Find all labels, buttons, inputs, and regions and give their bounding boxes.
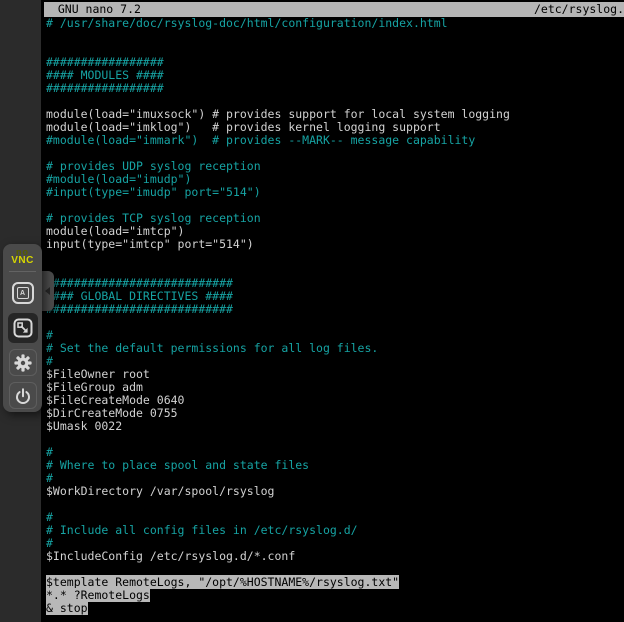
terminal-line: input(type="imtcp" port="514") bbox=[46, 238, 624, 251]
terminal-line: *.* ?RemoteLogs bbox=[46, 589, 624, 602]
settings-button[interactable] bbox=[9, 349, 37, 376]
selected-text: & stop bbox=[46, 601, 88, 615]
terminal-line bbox=[46, 498, 624, 511]
fullscreen-icon bbox=[13, 318, 33, 338]
terminal-line: ################# bbox=[46, 82, 624, 95]
collapse-arrow-icon bbox=[45, 287, 50, 295]
power-icon bbox=[13, 386, 33, 406]
terminal-line: $WorkDirectory /var/spool/rsyslog bbox=[46, 485, 624, 498]
keyboard-a-icon: A bbox=[12, 282, 34, 304]
keyboard-button[interactable]: A bbox=[9, 280, 37, 307]
toolbar-divider bbox=[9, 271, 36, 272]
terminal-line: # Where to place spool and state files bbox=[46, 459, 624, 472]
selected-text: $template RemoteLogs, "/opt/%HOSTNAME%/r… bbox=[46, 575, 399, 589]
gear-icon bbox=[14, 354, 32, 372]
novnc-logo-bottom: VNC bbox=[11, 256, 34, 266]
terminal-line bbox=[46, 433, 624, 446]
fullscreen-button[interactable] bbox=[8, 313, 38, 344]
vnc-screen[interactable]: GNU nano 7.2 /etc/rsyslog. # /usr/share/… bbox=[41, 0, 624, 622]
terminal-line bbox=[46, 30, 624, 43]
novnc-logo: no VNC bbox=[11, 249, 34, 266]
nano-file-path: /etc/rsyslog. bbox=[534, 2, 624, 17]
nano-app-title: GNU nano 7.2 bbox=[44, 2, 141, 17]
terminal-line bbox=[46, 251, 624, 264]
terminal-line: $Umask 0022 bbox=[46, 420, 624, 433]
terminal-line: $DirCreateMode 0755 bbox=[46, 407, 624, 420]
terminal-line: # Include all config files in /etc/rsysl… bbox=[46, 524, 624, 537]
terminal-line: ########################### bbox=[46, 303, 624, 316]
terminal-line: # Set the default permissions for all lo… bbox=[46, 342, 624, 355]
novnc-control-bar: no VNC A bbox=[3, 244, 42, 412]
terminal-line: # /usr/share/doc/rsyslog-doc/html/config… bbox=[46, 17, 624, 30]
nano-titlebar: GNU nano 7.2 /etc/rsyslog. bbox=[44, 2, 624, 17]
selected-text: *.* ?RemoteLogs bbox=[46, 588, 150, 602]
control-bar-handle[interactable] bbox=[41, 271, 54, 311]
terminal-line: #input(type="imudp" port="514") bbox=[46, 186, 624, 199]
terminal-content: # /usr/share/doc/rsyslog-doc/html/config… bbox=[46, 17, 624, 615]
terminal-line: #module(load="immark") # provides --MARK… bbox=[46, 134, 624, 147]
terminal-line: $IncludeConfig /etc/rsyslog.d/*.conf bbox=[46, 550, 624, 563]
terminal-line bbox=[46, 316, 624, 329]
terminal-line: & stop bbox=[46, 602, 624, 615]
power-button[interactable] bbox=[9, 382, 37, 409]
